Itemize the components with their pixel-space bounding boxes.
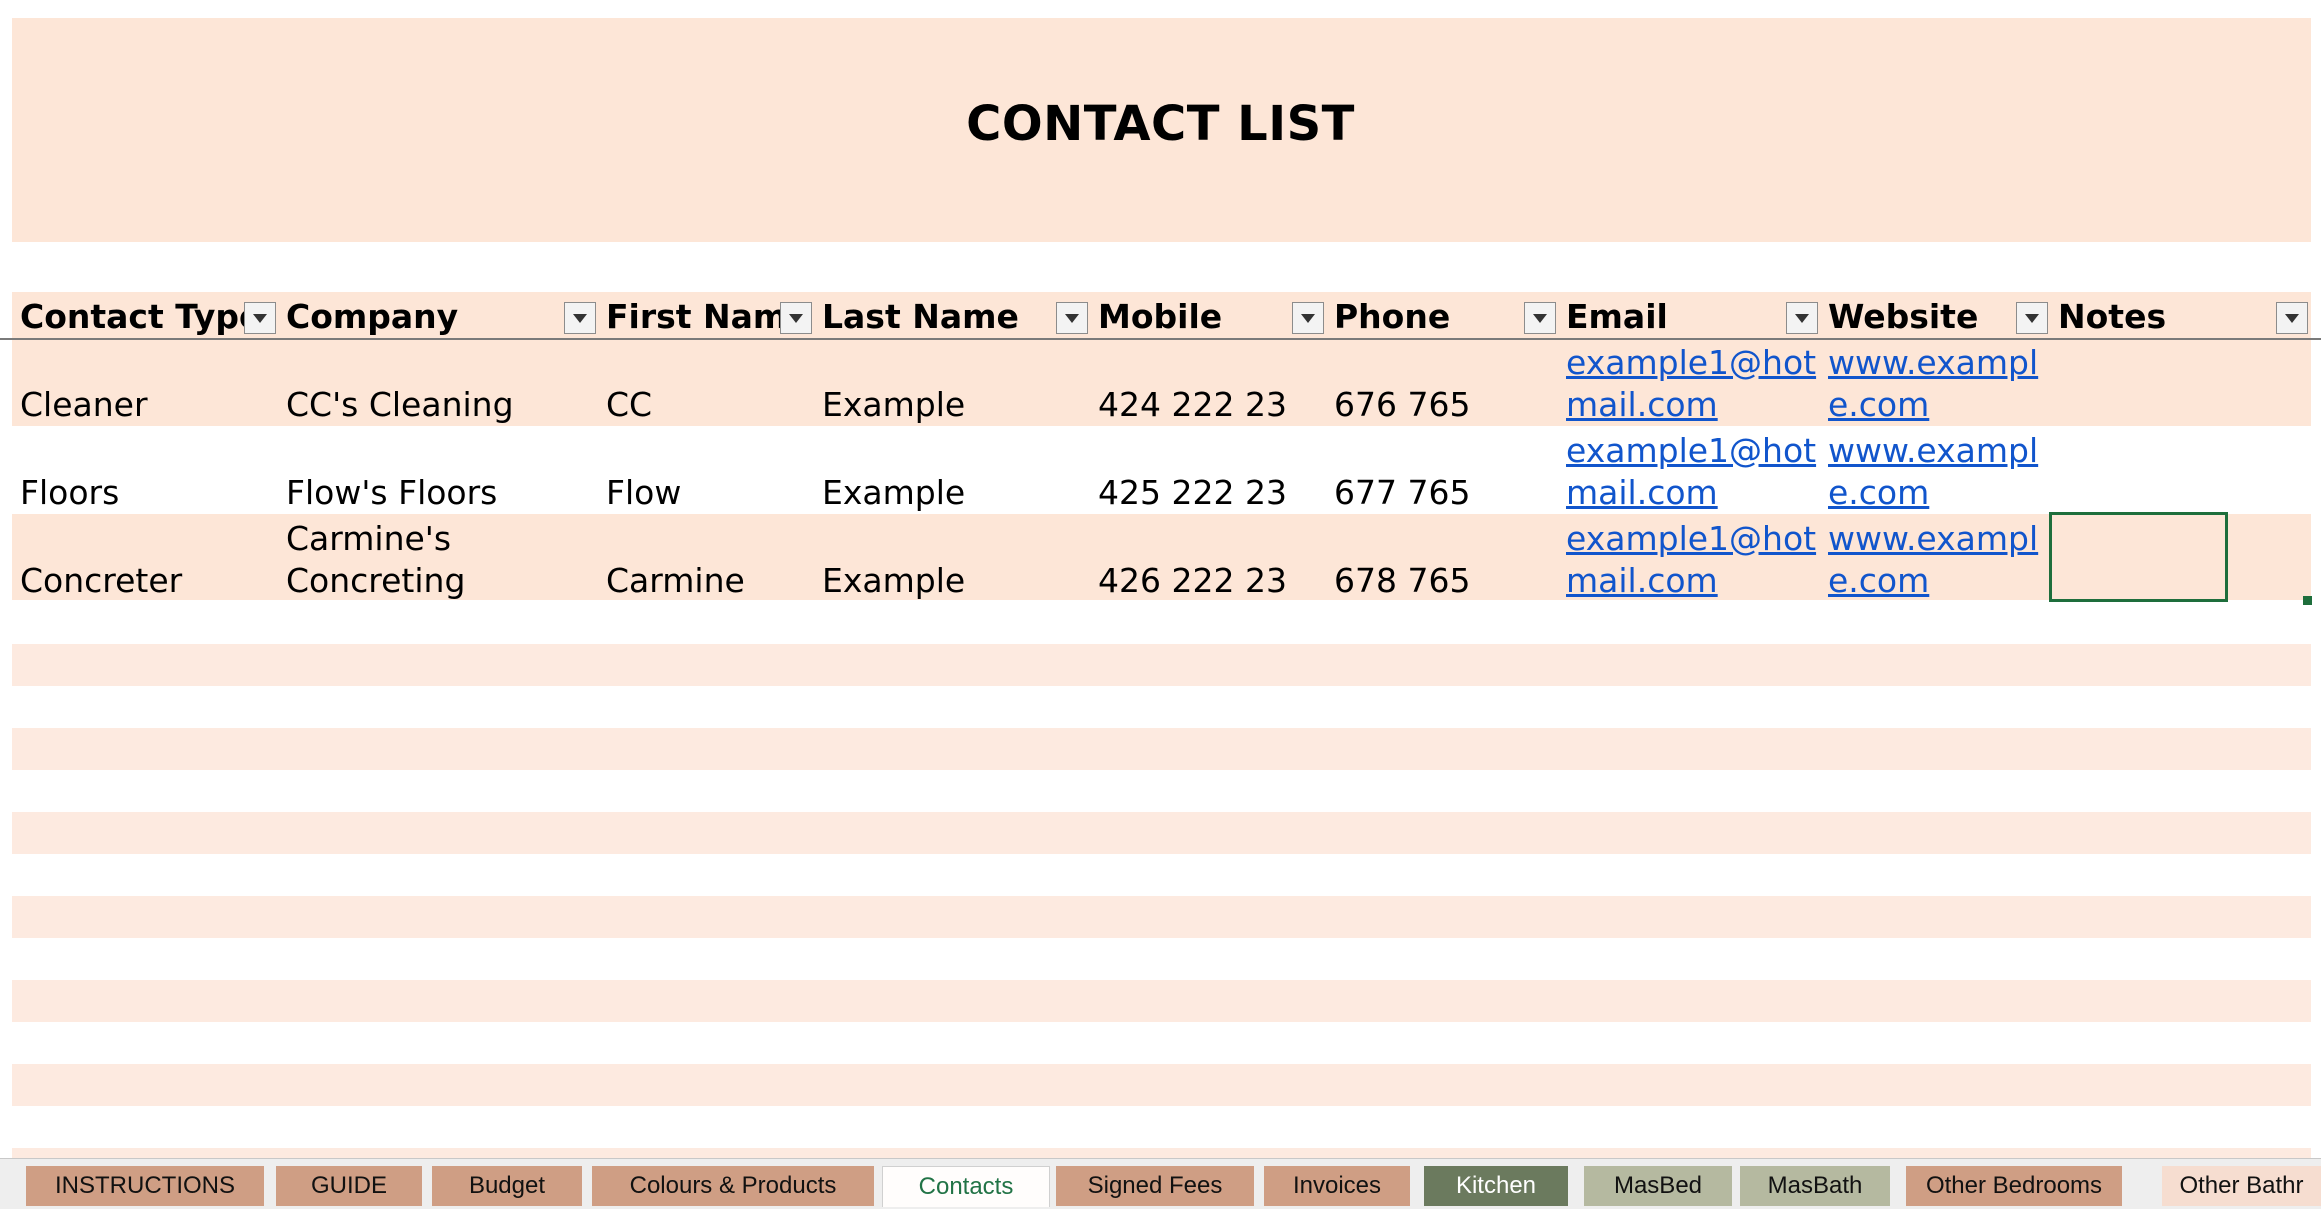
header-phone[interactable]: Phone xyxy=(1334,292,1450,338)
filter-dropdown-icon[interactable] xyxy=(1056,302,1088,334)
website-link[interactable]: www.exampl xyxy=(1828,518,2038,560)
empty-row[interactable] xyxy=(12,812,2311,854)
header-website[interactable]: Website xyxy=(1828,292,1978,338)
sheet-tab-contacts[interactable]: Contacts xyxy=(882,1166,1050,1207)
website-link[interactable]: e.com xyxy=(1828,472,1929,514)
cell-phone[interactable]: 678 765 xyxy=(1334,560,1470,602)
cell-contact-type[interactable]: Cleaner xyxy=(20,384,148,426)
fill-handle[interactable] xyxy=(2303,596,2312,605)
empty-row[interactable] xyxy=(12,728,2311,770)
cell-company[interactable]: CC's Cleaning xyxy=(286,384,514,426)
website-link[interactable]: e.com xyxy=(1828,384,1929,426)
website-link[interactable]: www.exampl xyxy=(1828,342,2038,384)
empty-row[interactable] xyxy=(12,1064,2311,1106)
cell-first-name[interactable]: Carmine xyxy=(606,560,745,602)
sheet-tab-other-bathr[interactable]: Other Bathr xyxy=(2162,1166,2321,1206)
sheet-tab-masbed[interactable]: MasBed xyxy=(1584,1166,1732,1206)
cell-mobile[interactable]: 425 222 23 xyxy=(1098,472,1287,514)
empty-row[interactable] xyxy=(12,1148,2311,1158)
filter-dropdown-icon[interactable] xyxy=(244,302,276,334)
cell-first-name[interactable]: Flow xyxy=(606,472,681,514)
header-email[interactable]: Email xyxy=(1566,292,1668,338)
filter-dropdown-icon[interactable] xyxy=(780,302,812,334)
cell-first-name[interactable]: CC xyxy=(606,384,652,426)
sheet-tab-invoices[interactable]: Invoices xyxy=(1264,1166,1410,1206)
page-title: CONTACT LIST xyxy=(966,96,1355,152)
website-link[interactable]: e.com xyxy=(1828,560,1929,602)
selected-cell-outline[interactable] xyxy=(2049,512,2228,602)
header-contact-type[interactable]: Contact Type xyxy=(20,292,261,338)
filter-dropdown-icon[interactable] xyxy=(1292,302,1324,334)
email-link[interactable]: example1@hot xyxy=(1566,430,1816,472)
sheet-tab-masbath[interactable]: MasBath xyxy=(1740,1166,1890,1206)
website-link[interactable]: www.exampl xyxy=(1828,430,2038,472)
cell-last-name[interactable]: Example xyxy=(822,384,965,426)
email-link[interactable]: mail.com xyxy=(1566,384,1718,426)
filter-dropdown-icon[interactable] xyxy=(564,302,596,334)
cell-phone[interactable]: 677 765 xyxy=(1334,472,1470,514)
cell-company[interactable]: Flow's Floors xyxy=(286,472,497,514)
sheet-tab-guide[interactable]: GUIDE xyxy=(276,1166,422,1206)
sheet-tab-other-bedrooms[interactable]: Other Bedrooms xyxy=(1906,1166,2122,1206)
filter-dropdown-icon[interactable] xyxy=(1524,302,1556,334)
cell-mobile[interactable]: 426 222 23 xyxy=(1098,560,1287,602)
cell-contact-type[interactable]: Concreter xyxy=(20,560,182,602)
cell-last-name[interactable]: Example xyxy=(822,472,965,514)
filter-dropdown-icon[interactable] xyxy=(1786,302,1818,334)
cell-company[interactable]: Concreting xyxy=(286,560,465,602)
sheet-tab-signed-fees[interactable]: Signed Fees xyxy=(1056,1166,1254,1206)
cell-contact-type[interactable]: Floors xyxy=(20,472,119,514)
sheet-tab-instructions[interactable]: INSTRUCTIONS xyxy=(26,1166,264,1206)
header-mobile[interactable]: Mobile xyxy=(1098,292,1222,338)
sheet-tab-kitchen[interactable]: Kitchen xyxy=(1424,1166,1568,1206)
email-link[interactable]: example1@hot xyxy=(1566,342,1816,384)
cell-mobile[interactable]: 424 222 23 xyxy=(1098,384,1287,426)
cell-last-name[interactable]: Example xyxy=(822,560,965,602)
filter-dropdown-icon[interactable] xyxy=(2016,302,2048,334)
empty-row[interactable] xyxy=(12,644,2311,686)
sheet-tab-colours-products[interactable]: Colours & Products xyxy=(592,1166,874,1206)
empty-row[interactable] xyxy=(12,980,2311,1022)
header-notes[interactable]: Notes xyxy=(2058,292,2166,338)
email-link[interactable]: mail.com xyxy=(1566,560,1718,602)
filter-dropdown-icon[interactable] xyxy=(2276,302,2308,334)
email-link[interactable]: example1@hot xyxy=(1566,518,1816,560)
sheet-tab-budget[interactable]: Budget xyxy=(432,1166,582,1206)
header-last-name[interactable]: Last Name xyxy=(822,292,1019,338)
header-company[interactable]: Company xyxy=(286,292,458,338)
empty-row[interactable] xyxy=(12,896,2311,938)
cell-phone[interactable]: 676 765 xyxy=(1334,384,1470,426)
cell-company-line1[interactable]: Carmine's xyxy=(286,518,451,560)
email-link[interactable]: mail.com xyxy=(1566,472,1718,514)
